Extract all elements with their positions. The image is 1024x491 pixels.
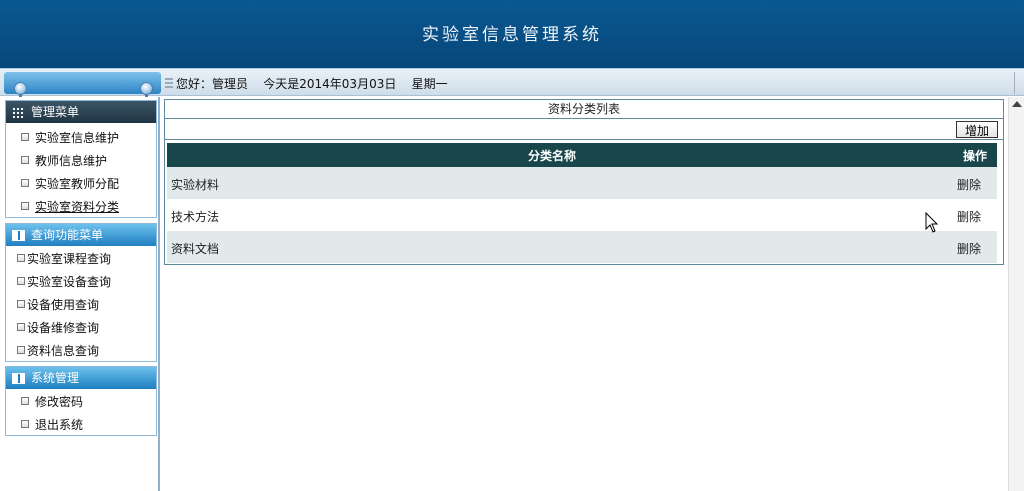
category-name: 实验材料 bbox=[171, 178, 220, 192]
sidebar-item-change-password[interactable]: 修改密码 bbox=[6, 389, 156, 412]
sidebar-item-label: 教师信息维护 bbox=[35, 154, 108, 168]
system-menu: 系统管理 修改密码 退出系统 bbox=[5, 366, 157, 436]
query-menu: 查询功能菜单 实验室课程查询 实验室设备查询 设备使用查询 设备维修查询 资料信… bbox=[5, 223, 157, 362]
sidebar: 管理菜单 实验室信息维护 教师信息维护 实验室教师分配 实验室资料分类 查询功能… bbox=[0, 97, 160, 491]
page-icon bbox=[17, 300, 25, 308]
admin-menu-header[interactable]: 管理菜单 bbox=[6, 101, 156, 123]
sidebar-item-label: 退出系统 bbox=[35, 418, 84, 432]
grip-icon bbox=[165, 78, 173, 88]
sidebar-item-lab-teacher-assign[interactable]: 实验室教师分配 bbox=[6, 171, 156, 194]
table-row: 实验材料 删除 bbox=[167, 167, 997, 199]
sidebar-item-logout[interactable]: 退出系统 bbox=[6, 412, 156, 435]
category-name: 技术方法 bbox=[171, 210, 220, 224]
sidebar-item-label: 实验室信息维护 bbox=[35, 131, 120, 145]
page-icon bbox=[17, 277, 25, 285]
sidebar-item-label: 设备维修查询 bbox=[27, 321, 100, 335]
sidebar-item-lab-info[interactable]: 实验室信息维护 bbox=[6, 125, 156, 148]
pin-icon bbox=[140, 82, 153, 100]
scroll-up-arrow-icon[interactable] bbox=[1012, 101, 1022, 107]
table-row: 资料文档 删除 bbox=[167, 231, 997, 263]
app-title: 实验室信息管理系统 bbox=[422, 25, 602, 45]
mouse-cursor-icon bbox=[925, 212, 939, 233]
strip-edge bbox=[1014, 72, 1020, 94]
page-icon bbox=[21, 179, 29, 187]
category-table: 分类名称 操作 实验材料 删除 技术方法 删除 资料文档 删除 bbox=[167, 143, 997, 263]
sidebar-item-teacher-info[interactable]: 教师信息维护 bbox=[6, 148, 156, 171]
category-list-panel: 资料分类列表 增加 分类名称 操作 实验材料 删除 技术方法 删除 资料文档 删… bbox=[164, 99, 1004, 265]
delete-link[interactable]: 删除 bbox=[957, 240, 981, 257]
sidebar-item-lab-material-category[interactable]: 实验室资料分类 bbox=[6, 194, 156, 217]
sidebar-item-course-query[interactable]: 实验室课程查询 bbox=[6, 246, 156, 269]
sidebar-item-label: 实验室设备查询 bbox=[27, 275, 112, 289]
table-header: 分类名称 操作 bbox=[167, 143, 997, 167]
admin-menu: 管理菜单 实验室信息维护 教师信息维护 实验室教师分配 实验室资料分类 bbox=[5, 100, 157, 218]
category-name: 资料文档 bbox=[171, 242, 220, 256]
book-icon bbox=[12, 373, 25, 384]
delete-link[interactable]: 删除 bbox=[957, 208, 981, 225]
sidebar-item-label: 资料信息查询 bbox=[27, 344, 100, 358]
grid-menu-icon bbox=[12, 107, 25, 118]
main-content: 资料分类列表 增加 分类名称 操作 实验材料 删除 技术方法 删除 资料文档 删… bbox=[162, 97, 1008, 491]
vertical-scrollbar[interactable] bbox=[1008, 97, 1024, 491]
page-icon bbox=[21, 202, 29, 210]
admin-menu-title: 管理菜单 bbox=[31, 105, 80, 119]
page-icon bbox=[21, 133, 29, 141]
sidebar-item-label: 实验室资料分类 bbox=[35, 200, 120, 214]
query-menu-header[interactable]: 查询功能菜单 bbox=[6, 224, 156, 246]
welcome-text: 您好：管理员 今天是2014年03月03日 星期一 bbox=[176, 77, 448, 91]
page-icon bbox=[17, 254, 25, 262]
sidebar-item-usage-query[interactable]: 设备使用查询 bbox=[6, 292, 156, 315]
system-menu-title: 系统管理 bbox=[31, 371, 80, 385]
page-icon bbox=[17, 346, 25, 354]
sidebar-item-label: 实验室教师分配 bbox=[35, 177, 120, 191]
sidebar-item-label: 实验室课程查询 bbox=[27, 252, 112, 266]
header-banner: 实验室信息管理系统 bbox=[0, 0, 1024, 68]
add-button[interactable]: 增加 bbox=[956, 121, 998, 138]
panel-toolbar: 增加 bbox=[165, 119, 1003, 140]
panel-title: 资料分类列表 bbox=[165, 100, 1003, 119]
sidebar-item-equipment-query[interactable]: 实验室设备查询 bbox=[6, 269, 156, 292]
page-icon bbox=[21, 397, 29, 405]
delete-link[interactable]: 删除 bbox=[957, 176, 981, 193]
sidebar-item-label: 设备使用查询 bbox=[27, 298, 100, 312]
page-icon bbox=[21, 420, 29, 428]
page-icon bbox=[21, 156, 29, 164]
table-row: 技术方法 删除 bbox=[167, 199, 997, 231]
sidebar-item-repair-query[interactable]: 设备维修查询 bbox=[6, 315, 156, 338]
system-menu-header[interactable]: 系统管理 bbox=[6, 367, 156, 389]
sidebar-item-label: 修改密码 bbox=[35, 395, 84, 409]
welcome-bar: 您好：管理员 今天是2014年03月03日 星期一 bbox=[0, 68, 1024, 100]
book-icon bbox=[12, 230, 25, 241]
query-menu-title: 查询功能菜单 bbox=[31, 228, 104, 242]
column-header-name: 分类名称 bbox=[527, 149, 576, 163]
pin-icon bbox=[14, 82, 27, 100]
menu-header-ornament bbox=[4, 72, 161, 100]
sidebar-item-material-query[interactable]: 资料信息查询 bbox=[6, 338, 156, 361]
column-header-action: 操作 bbox=[962, 149, 987, 163]
page-icon bbox=[17, 323, 25, 331]
